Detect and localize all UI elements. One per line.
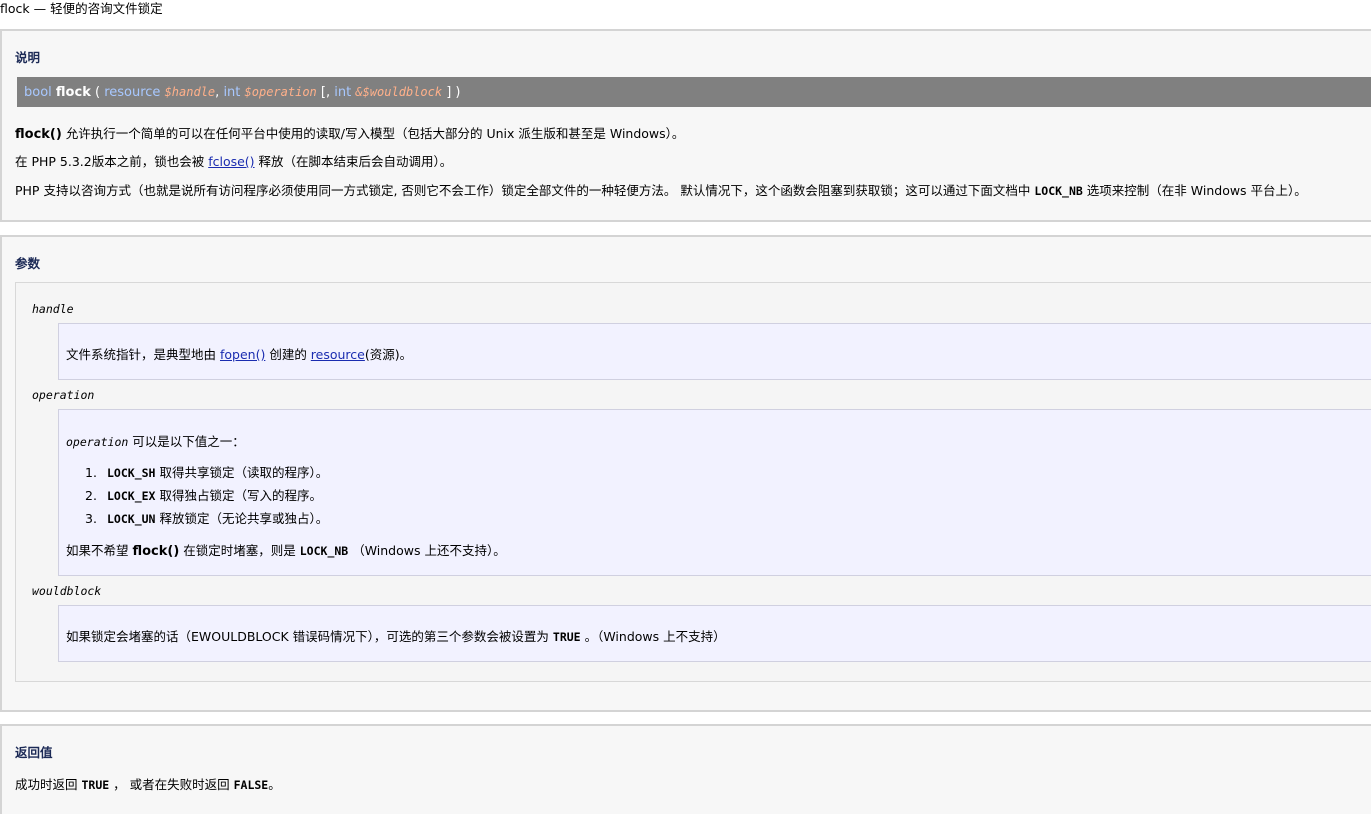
- param-var-wouldblock: &$wouldblock: [355, 85, 443, 99]
- description-section: 说明 bool flock ( resource $handle, int $o…: [0, 29, 1371, 222]
- description-line-2: 在 PHP 5.3.2版本之前，锁也会被 fclose() 释放（在脚本结束后会…: [15, 151, 452, 170]
- description-line-3: PHP 支持以咨询方式（也就是说所有访问程序必须使用同一方式锁定, 否则它不会工…: [15, 180, 1307, 199]
- def-text: 创建的: [265, 347, 311, 362]
- operation-intro: operation 可以是以下值之一：: [66, 431, 245, 450]
- list-number: 3.: [85, 511, 97, 526]
- param-separator: ,: [215, 85, 220, 100]
- parameters-list: handle 文件系统指针，是典型地由 fopen() 创建的 resource…: [15, 282, 1371, 682]
- return-values-text: 成功时返回 TRUE ， 或者在失败时返回 FALSE。: [15, 774, 281, 793]
- return-values-heading: 返回值: [15, 745, 53, 760]
- param-def-operation: operation 可以是以下值之一： 1. LOCK_SH 取得共享锁定（读取的…: [58, 409, 1371, 576]
- item-text: 释放锁定（无论共享或独占）。: [155, 511, 329, 526]
- operation-item-lock-sh: 1. LOCK_SH 取得共享锁定（读取的程序）。: [85, 462, 328, 481]
- lock-un-constant: LOCK_UN: [107, 512, 156, 526]
- param-def-wouldblock: 如果锁定会堵塞的话（EWOULDBLOCK 错误码情况下），可选的第三个参数会被…: [58, 605, 1371, 662]
- function-ref: flock(): [15, 127, 62, 142]
- lock-sh-constant: LOCK_SH: [107, 466, 156, 480]
- true-constant: TRUE: [552, 630, 581, 644]
- fclose-link[interactable]: fclose(): [208, 154, 254, 169]
- description-line-1: flock() 允许执行一个简单的可以在任何平台中使用的读取/写入模型（包括大部…: [15, 123, 684, 142]
- paren-open: (: [94, 85, 101, 100]
- wouldblock-description: 如果锁定会堵塞的话（EWOULDBLOCK 错误码情况下），可选的第三个参数会被…: [66, 626, 726, 645]
- def-text: （Windows 上还不支持）。: [348, 543, 506, 558]
- item-text: 取得独占锁定（写入的程序。: [155, 488, 322, 503]
- param-term-wouldblock: wouldblock: [32, 584, 102, 598]
- def-text: 如果锁定会堵塞的话（EWOULDBLOCK 错误码情况下），可选的第三个参数会被…: [66, 629, 553, 644]
- description-text: PHP 支持以咨询方式（也就是说所有访问程序必须使用同一方式锁定, 否则它不会工…: [15, 183, 1035, 198]
- param-type-handle: resource: [104, 85, 161, 100]
- param-term-handle: handle: [32, 302, 74, 316]
- operation-footer: 如果不希望 flock() 在锁定时堵塞，则是 LOCK_NB （Windows…: [66, 540, 506, 559]
- def-text: 如果不希望: [66, 543, 133, 558]
- param-type-operation: int: [223, 85, 241, 100]
- true-constant: TRUE: [81, 778, 110, 792]
- optional-open: [,: [320, 85, 331, 100]
- lock-nb-constant: LOCK_NB: [299, 544, 349, 558]
- param-var-operation: $operation: [244, 85, 317, 99]
- def-text: (资源)。: [364, 347, 413, 362]
- return-text: ， 或者在失败时返回: [109, 777, 234, 792]
- def-text: 在锁定时堵塞，则是: [179, 543, 300, 558]
- description-heading: 说明: [15, 50, 41, 65]
- function-synopsis: bool flock ( resource $handle, int $oper…: [17, 77, 1371, 107]
- optional-close: ] ): [446, 85, 461, 100]
- parameters-heading: 参数: [15, 256, 41, 271]
- function-name: flock: [55, 85, 91, 100]
- description-text: 释放（在脚本结束后会自动调用）。: [254, 154, 453, 169]
- handle-description: 文件系统指针，是典型地由 fopen() 创建的 resource(资源)。: [66, 344, 412, 363]
- lock-nb-constant: LOCK_NB: [1034, 184, 1083, 198]
- param-var-handle: $handle: [164, 85, 216, 99]
- list-number: 1.: [85, 465, 97, 480]
- description-text: 允许执行一个简单的可以在任何平台中使用的读取/写入模型（包括大部分的 Unix …: [61, 126, 685, 141]
- return-values-section: 返回值 成功时返回 TRUE ， 或者在失败时返回 FALSE。: [0, 724, 1371, 814]
- list-number: 2.: [85, 488, 97, 503]
- description-text: 选项来控制（在非 Windows 平台上）。: [1082, 183, 1307, 198]
- parameters-section: 参数 handle 文件系统指针，是典型地由 fopen() 创建的 resou…: [0, 235, 1371, 712]
- def-text: 可以是以下值之一：: [128, 434, 245, 449]
- def-text: 。（Windows 上不支持）: [580, 629, 726, 644]
- false-constant: FALSE: [233, 778, 269, 792]
- param-def-handle: 文件系统指针，是典型地由 fopen() 创建的 resource(资源)。: [58, 323, 1371, 380]
- fopen-link[interactable]: fopen(): [220, 347, 265, 362]
- def-text: 文件系统指针，是典型地由: [66, 347, 220, 362]
- return-type: bool: [24, 85, 52, 100]
- param-term-operation: operation: [32, 388, 95, 402]
- page-title: flock — 轻便的咨询文件锁定: [0, 1, 163, 16]
- item-text: 取得共享锁定（读取的程序）。: [155, 465, 329, 480]
- function-ref: flock(): [132, 544, 180, 559]
- description-text: 在 PHP 5.3.2版本之前，锁也会被: [15, 154, 209, 169]
- param-type-wouldblock: int: [334, 85, 352, 100]
- operation-item-lock-ex: 2. LOCK_EX 取得独占锁定（写入的程序。: [85, 485, 322, 504]
- operation-item-lock-un: 3. LOCK_UN 释放锁定（无论共享或独占）。: [85, 508, 328, 527]
- operation-code: operation: [66, 435, 129, 449]
- return-text: 成功时返回: [15, 777, 82, 792]
- lock-ex-constant: LOCK_EX: [107, 489, 156, 503]
- return-text: 。: [268, 777, 281, 792]
- resource-link[interactable]: resource: [311, 347, 365, 362]
